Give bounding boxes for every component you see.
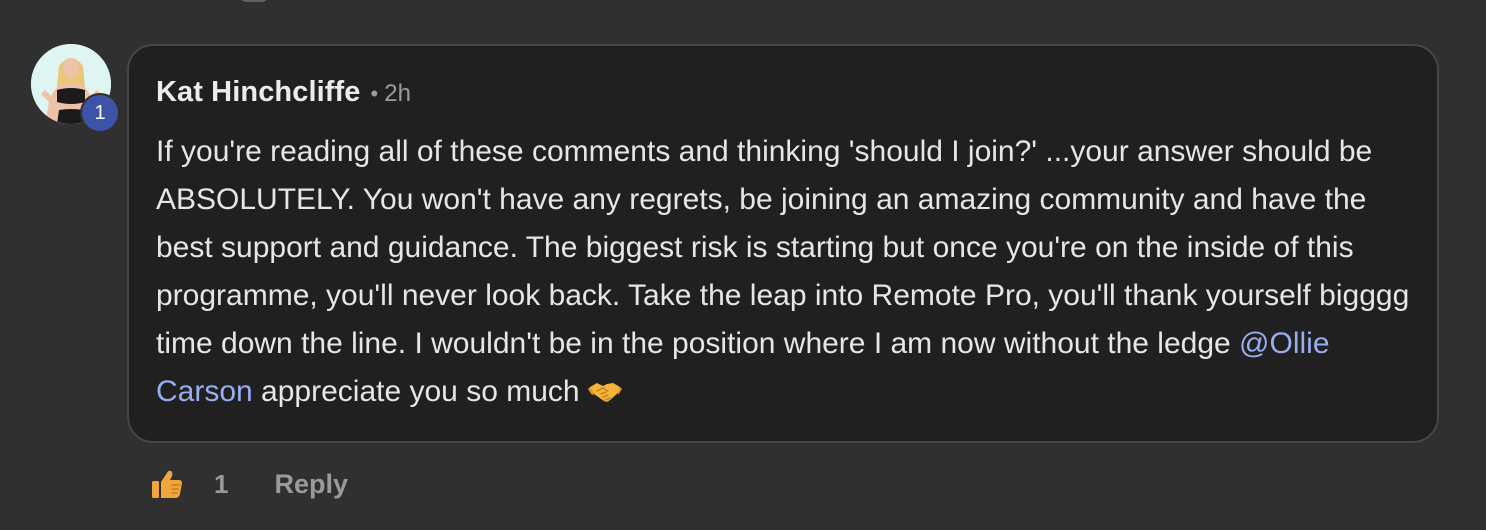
comment-text: If you're reading all of these comments … — [156, 135, 1410, 360]
reply-button[interactable]: Reply — [274, 469, 348, 500]
like-count: 1 — [214, 468, 229, 499]
like-button[interactable] — [150, 467, 184, 501]
timestamp[interactable]: 2h — [384, 80, 411, 108]
previous-like-icon — [240, 0, 268, 2]
comment-text-end: appreciate you so much — [252, 375, 588, 408]
thumbs-up-icon — [152, 470, 182, 498]
previous-comment-actions-cutoff — [240, 0, 308, 2]
comment-body: If you're reading all of these comments … — [156, 128, 1421, 420]
comment-header: Kat Hinchcliffe • 2h — [156, 76, 1411, 112]
handshake-icon — [587, 372, 622, 420]
author-name[interactable]: Kat Hinchcliffe — [156, 76, 361, 109]
comment-thread: 1 Kat Hinchcliffe • 2h If you're reading… — [0, 0, 1486, 530]
level-badge: 1 — [80, 93, 120, 133]
comment-card: Kat Hinchcliffe • 2h If you're reading a… — [127, 44, 1439, 443]
comment-actions: 1 Reply — [150, 464, 348, 504]
meta-separator: • — [370, 81, 379, 106]
